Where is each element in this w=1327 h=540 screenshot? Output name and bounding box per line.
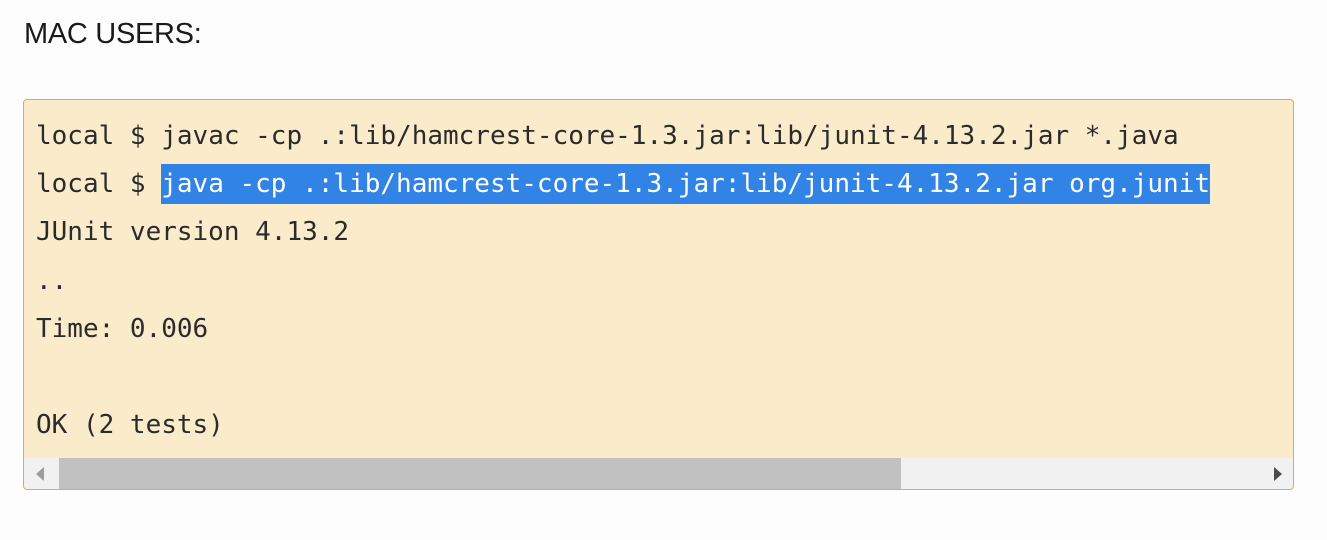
selected-command-text: java -cp .:lib/hamcrest-core-1.3.jar:lib…: [161, 164, 1211, 205]
code-text: JUnit version 4.13.2: [36, 217, 350, 248]
scrollbar-track[interactable]: [59, 458, 1262, 489]
code-line: local $ java -cp .:lib/hamcrest-core-1.3…: [36, 160, 1211, 208]
code-text: OK (2 tests): [36, 410, 224, 441]
scroll-left-button[interactable]: [24, 458, 55, 489]
code-line: ..: [36, 257, 1210, 305]
code-text: ..: [36, 265, 68, 296]
scroll-right-arrow-icon: [1273, 466, 1282, 481]
section-heading: MAC USERS:: [24, 18, 202, 50]
code-line: JUnit version 4.13.2: [36, 208, 1210, 256]
horizontal-scrollbar[interactable]: [24, 458, 1293, 489]
page: MAC USERS: local $ javac -cp .:lib/hamcr…: [0, 0, 1327, 540]
code-line: Time: 0.006: [36, 305, 1210, 353]
code-text: Time: 0.006: [36, 313, 209, 344]
code-text: javac -cp .:lib/hamcrest-core-1.3.jar:li…: [161, 121, 1179, 151]
code-lines: local $ javac -cp .:lib/hamcrest-core-1.…: [36, 112, 1211, 449]
scroll-right-button[interactable]: [1262, 458, 1293, 489]
code-line: OK (2 tests): [36, 401, 1210, 449]
code-block[interactable]: local $ javac -cp .:lib/hamcrest-core-1.…: [23, 99, 1294, 490]
scrollbar-thumb[interactable]: [59, 458, 902, 489]
scroll-left-arrow-icon: [35, 466, 44, 481]
shell-prompt: local $: [36, 169, 162, 200]
code-line: local $ javac -cp .:lib/hamcrest-core-1.…: [36, 112, 1210, 160]
shell-prompt: local $: [36, 121, 162, 151]
code-viewport[interactable]: local $ javac -cp .:lib/hamcrest-core-1.…: [24, 100, 1293, 458]
